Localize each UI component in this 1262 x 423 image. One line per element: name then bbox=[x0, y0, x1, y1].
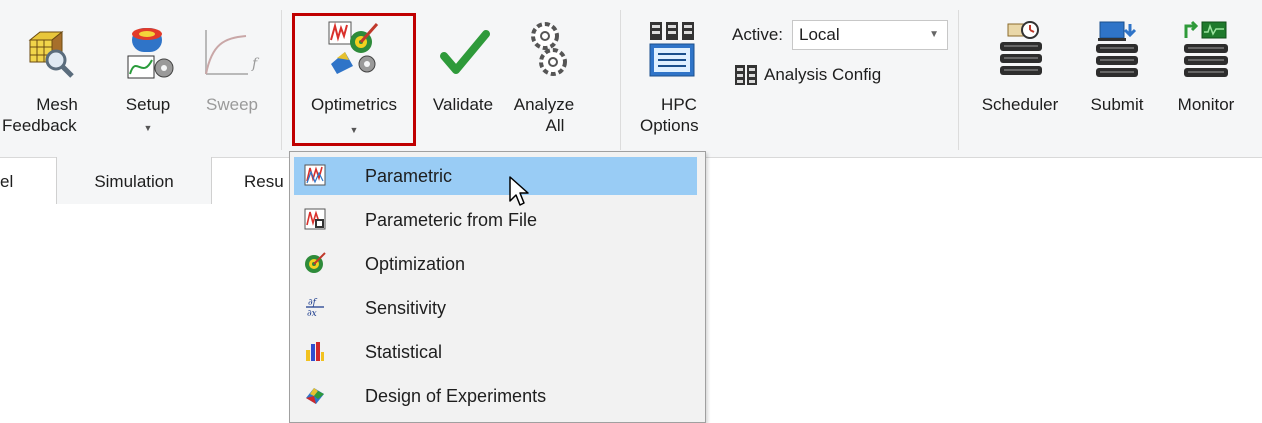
analysis-config-icon bbox=[735, 65, 757, 85]
analyze-all-button[interactable]: Analyze All bbox=[501, 18, 587, 153]
menu-item-label: Design of Experiments bbox=[365, 386, 547, 406]
menu-item-optimization[interactable]: Optimization bbox=[294, 245, 697, 283]
mesh-feedback-button[interactable]: Mesh Feedback bbox=[0, 18, 98, 153]
validate-button[interactable]: Validate bbox=[422, 18, 504, 153]
menu-item-parametric-from-file[interactable]: Parameteric from File bbox=[294, 201, 697, 239]
active-select-value: Local bbox=[799, 25, 840, 44]
setup-button[interactable]: Setup ▼ bbox=[108, 18, 188, 153]
setup-label: Setup bbox=[125, 95, 171, 114]
active-select[interactable]: Local ▼ bbox=[792, 20, 948, 50]
statistical-icon bbox=[306, 342, 324, 361]
setup-icon bbox=[127, 28, 174, 79]
mesh-feedback-icon bbox=[28, 30, 74, 78]
scheduler-icon bbox=[1000, 21, 1042, 75]
ribbon-toolbar: Mesh Feedback Setup ▼ f Sweep Optimetric… bbox=[0, 0, 1262, 157]
chevron-down-icon[interactable]: ▼ bbox=[929, 21, 939, 49]
analyze-gears-icon bbox=[531, 22, 567, 76]
hpc-icon bbox=[649, 22, 695, 77]
monitor-button[interactable]: Monitor bbox=[1160, 18, 1252, 153]
mesh-feedback-label-2: Feedback bbox=[2, 116, 77, 135]
menu-item-design-of-experiments[interactable]: Design of Experiments bbox=[294, 377, 697, 415]
analyze-label-2: All bbox=[545, 116, 565, 135]
tab-results-partial[interactable]: Resu bbox=[244, 172, 284, 192]
menu-item-label: Parameteric from File bbox=[365, 210, 538, 230]
tab-simulation-label: Simulation bbox=[94, 172, 174, 191]
tab-simulation[interactable]: Simulation bbox=[56, 157, 212, 204]
svg-text:f: f bbox=[251, 56, 260, 72]
menu-item-label: Sensitivity bbox=[365, 298, 447, 318]
sweep-icon: f bbox=[205, 30, 260, 75]
mouse-cursor-icon bbox=[509, 176, 529, 206]
separator bbox=[620, 10, 621, 150]
menu-item-sensitivity[interactable]: ∂f ∂x Sensitivity bbox=[294, 289, 697, 327]
monitor-label: Monitor bbox=[1177, 95, 1235, 114]
tab-model-partial[interactable]: el bbox=[0, 172, 13, 192]
submit-label: Submit bbox=[1090, 95, 1144, 114]
analysis-config-button[interactable]: Analysis Config bbox=[734, 64, 881, 86]
separator bbox=[281, 10, 282, 150]
menu-item-label: Optimization bbox=[365, 254, 466, 274]
svg-text:∂x: ∂x bbox=[307, 309, 317, 318]
validate-label: Validate bbox=[432, 95, 494, 114]
hpc-options-button[interactable]: HPC Options bbox=[636, 18, 722, 153]
sensitivity-icon: ∂f ∂x bbox=[306, 298, 324, 318]
menu-item-parametric[interactable]: Parametric bbox=[294, 157, 697, 195]
analysis-config-label: Analysis Config bbox=[764, 65, 882, 84]
mesh-feedback-label-1: Mesh bbox=[36, 95, 78, 114]
analyze-label-1: Analyze bbox=[513, 95, 575, 114]
parametric-icon bbox=[304, 164, 326, 186]
separator bbox=[958, 10, 959, 150]
submit-button[interactable]: Submit bbox=[1074, 18, 1160, 153]
scheduler-button[interactable]: Scheduler bbox=[970, 18, 1070, 153]
hpc-label-1: HPC bbox=[661, 95, 697, 114]
sweep-label: Sweep bbox=[206, 95, 258, 114]
menu-item-label: Statistical bbox=[365, 342, 443, 362]
sweep-button[interactable]: f Sweep bbox=[192, 18, 272, 153]
monitor-icon bbox=[1184, 20, 1228, 77]
menu-item-label: Parametric bbox=[365, 166, 453, 186]
validate-check-icon bbox=[440, 30, 490, 74]
parametric-file-icon bbox=[304, 208, 326, 230]
active-label: Active: bbox=[732, 25, 784, 44]
optimization-icon bbox=[305, 252, 326, 273]
submit-icon bbox=[1096, 21, 1138, 77]
hpc-label-2: Options bbox=[640, 116, 699, 135]
optimetrics-dropdown-menu: Parametric Parameteric from File Optimiz… bbox=[289, 151, 706, 423]
menu-item-statistical[interactable]: Statistical bbox=[294, 333, 697, 371]
doe-icon bbox=[306, 388, 324, 404]
setup-dropdown-arrow[interactable]: ▼ bbox=[108, 118, 188, 139]
scheduler-label: Scheduler bbox=[981, 95, 1059, 114]
optimetrics-highlight bbox=[292, 13, 416, 146]
